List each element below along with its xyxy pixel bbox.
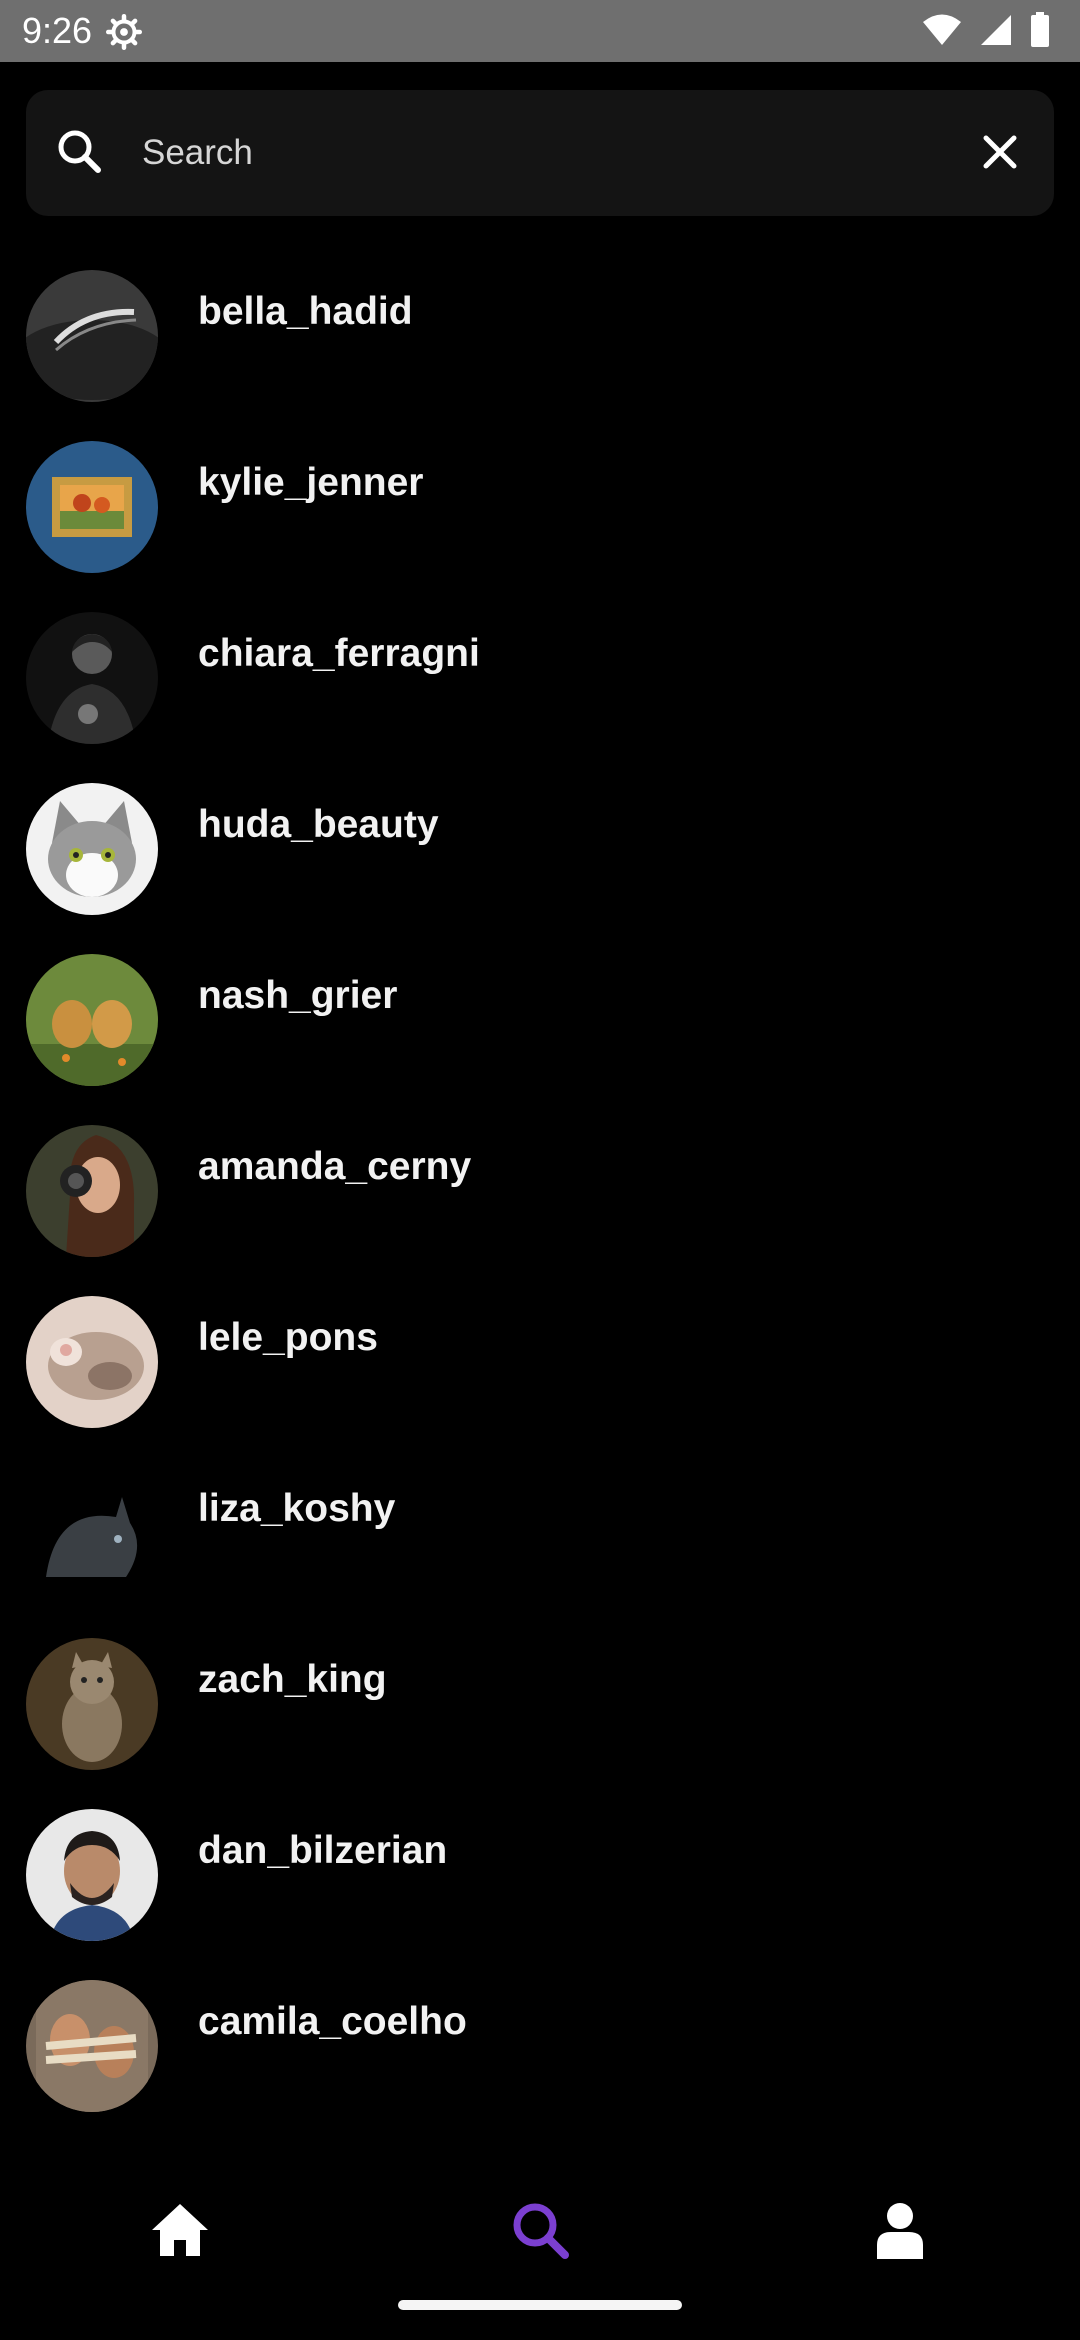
username: dan_bilzerian <box>198 1829 448 1872</box>
signal-icon <box>981 15 1011 45</box>
search-bar <box>26 90 1054 216</box>
close-icon[interactable] <box>980 132 1020 172</box>
username: chiara_ferragni <box>198 632 480 675</box>
search-icon <box>513 2203 569 2259</box>
username: zach_king <box>198 1658 387 1701</box>
list-item[interactable]: liza_koshy <box>0 1467 1080 1617</box>
home-icon <box>152 2204 208 2256</box>
bottom-nav <box>0 2160 1080 2340</box>
wifi-icon <box>923 14 961 45</box>
list-item[interactable]: bella_hadid <box>0 270 1080 420</box>
username: amanda_cerny <box>198 1145 472 1188</box>
list-item[interactable]: nash_grier <box>0 954 1080 1104</box>
avatar <box>26 1296 158 1428</box>
avatar <box>26 954 158 1086</box>
list-item[interactable]: zach_king <box>0 1638 1080 1788</box>
avatar <box>26 1980 158 2112</box>
username: bella_hadid <box>198 290 413 333</box>
avatar <box>26 783 158 915</box>
nav-search[interactable] <box>500 2190 580 2270</box>
avatar <box>26 612 158 744</box>
avatar <box>26 1809 158 1941</box>
username: huda_beauty <box>198 803 439 846</box>
status-time: 9:26 <box>22 10 93 51</box>
username: lele_pons <box>198 1316 378 1359</box>
username: kylie_jenner <box>198 461 424 504</box>
avatar <box>26 1638 158 1770</box>
avatar <box>26 1125 158 1257</box>
username: camila_coelho <box>198 2000 467 2043</box>
list-item[interactable]: huda_beauty <box>0 783 1080 933</box>
list-item[interactable]: kylie_jenner <box>0 441 1080 591</box>
list-item[interactable]: amanda_cerny <box>0 1125 1080 1275</box>
list-item[interactable]: camila_coelho <box>0 1980 1080 2130</box>
list-item[interactable]: dan_bilzerian <box>0 1809 1080 1959</box>
settings-icon <box>106 14 142 50</box>
username: liza_koshy <box>198 1487 396 1530</box>
avatar <box>26 270 158 402</box>
list-item[interactable]: chiara_ferragni <box>0 612 1080 762</box>
battery-icon <box>1031 12 1049 47</box>
profile-icon <box>877 2203 923 2259</box>
status-bar: 9:26 <box>0 0 1080 62</box>
home-indicator[interactable] <box>398 2300 682 2310</box>
nav-profile[interactable] <box>860 2190 940 2270</box>
list-item[interactable]: lele_pons <box>0 1296 1080 1446</box>
search-input[interactable] <box>142 124 962 182</box>
avatar <box>26 1467 158 1599</box>
username: nash_grier <box>198 974 398 1017</box>
status-icons <box>922 12 1050 48</box>
avatar <box>26 441 158 573</box>
nav-home[interactable] <box>140 2190 220 2270</box>
search-icon <box>58 130 101 173</box>
